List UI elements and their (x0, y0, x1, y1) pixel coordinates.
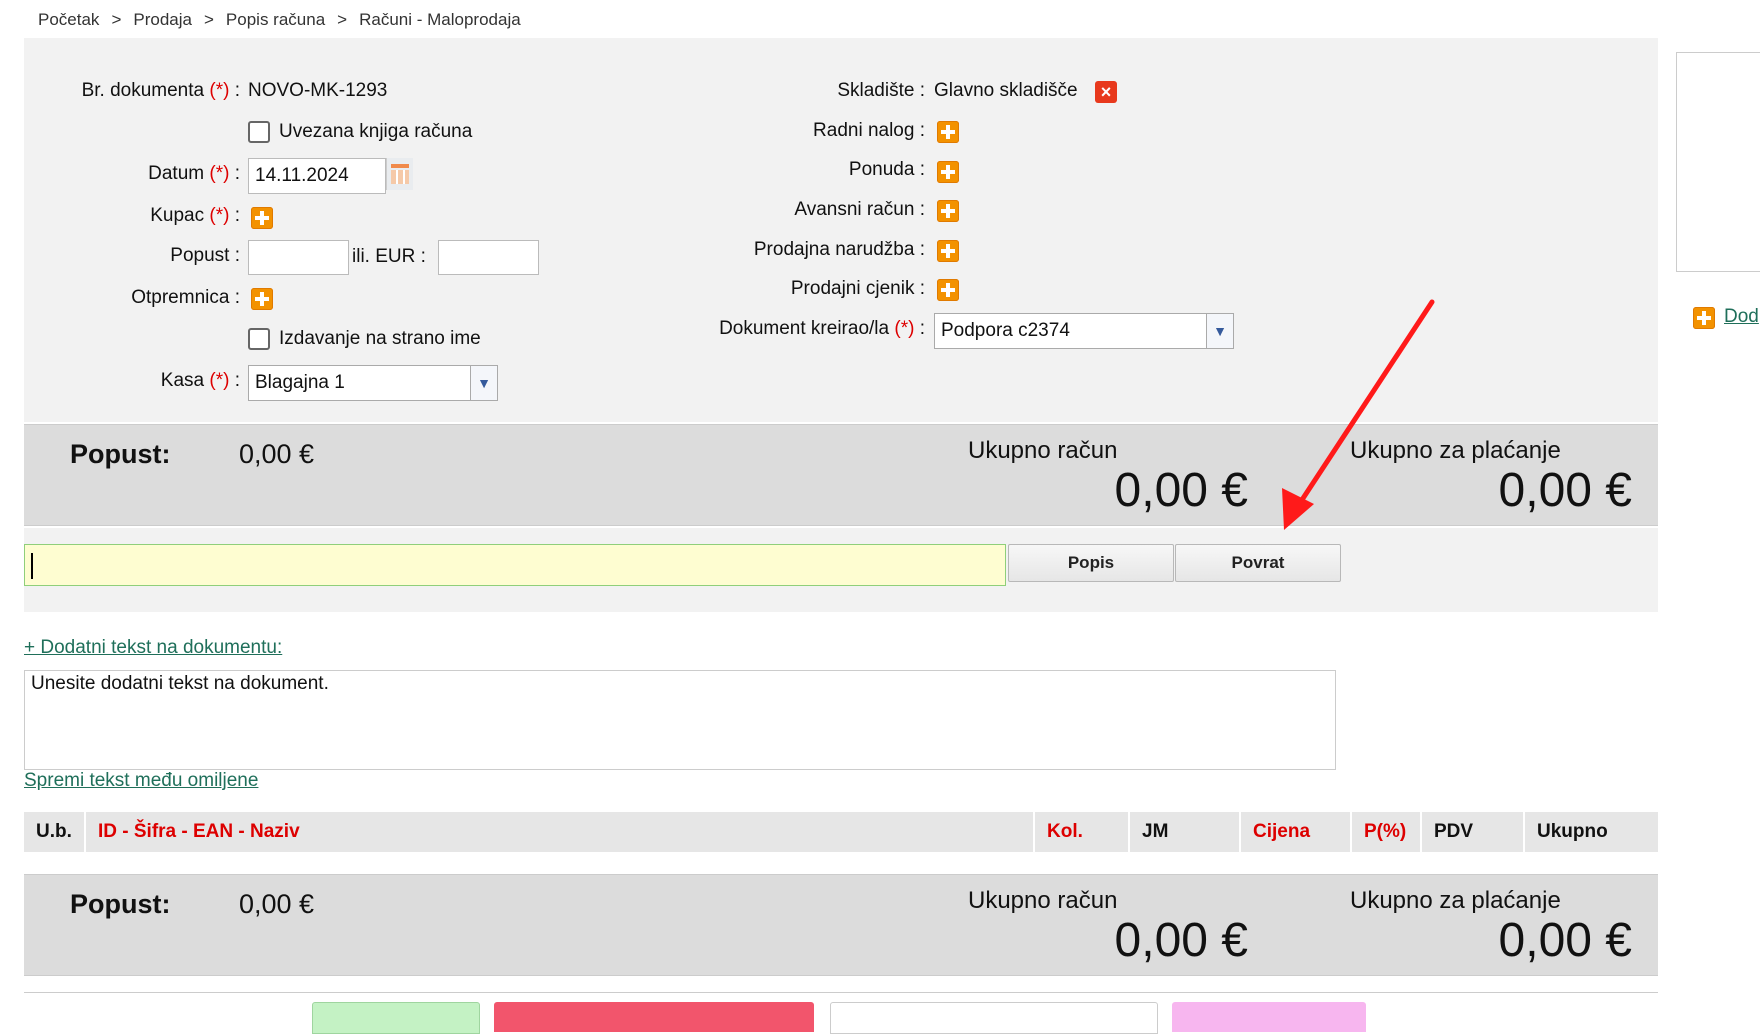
save-favorite-text-link[interactable]: Spremi tekst među omiljene (24, 770, 258, 792)
discount-eur-input[interactable] (438, 240, 539, 275)
date-input[interactable]: 14.11.2024 (248, 158, 386, 194)
col-discount-percent[interactable]: P(%) (1352, 812, 1422, 852)
items-table-header: U.b. ID - Šifra - EAN - Naziv Kol. JM Ci… (24, 812, 1671, 852)
work-order-label: Radni nalog : (813, 120, 925, 141)
breadcrumb: Početak > Prodaja > Popis računa > Računi - Ma… (38, 10, 521, 29)
warehouse-label: Skladište : (837, 80, 925, 101)
doc-number-label: Br. dokumenta (*) : (81, 80, 240, 101)
cashbox-label: Kasa (*) : (160, 370, 240, 391)
add-delivery-note-plus-icon[interactable] (251, 288, 273, 310)
invoice-total-value: 0,00 € (1114, 464, 1248, 517)
cashbox-selected: Blagajna 1 (255, 372, 345, 393)
return-button[interactable]: Povrat (1175, 544, 1341, 582)
delivery-note-label: Otpremnica : (131, 287, 240, 308)
col-total: Ukupno (1525, 812, 1671, 852)
totals-discount-value: 0,00 € (239, 889, 315, 919)
col-ordinal: U.b. (24, 812, 86, 852)
payable-label: Ukupno za plaćanje (1350, 887, 1561, 914)
advance-invoice-label: Avansni račun : (794, 199, 925, 220)
annotation-arrow (1282, 299, 1435, 530)
add-offer-plus-icon[interactable] (937, 161, 959, 183)
totals-discount-label: Popust: (70, 439, 171, 469)
bound-book-checkbox[interactable] (248, 121, 270, 143)
bottom-red-button[interactable] (494, 1002, 814, 1032)
list-button[interactable]: Popis (1008, 544, 1174, 582)
col-vat: PDV (1422, 812, 1525, 852)
chevron-down-icon[interactable]: ▼ (1206, 314, 1233, 348)
invoice-total-label: Ukupno račun (968, 887, 1118, 914)
created-by-label: Dokument kreirao/la (*) : (719, 318, 925, 339)
bottom-divider (24, 992, 1658, 993)
add-sales-pricelist-plus-icon[interactable] (937, 279, 959, 301)
chevron-down-icon[interactable]: ▼ (470, 366, 497, 400)
bottom-white-button[interactable] (830, 1002, 1158, 1034)
totals-discount-label: Popust: (70, 889, 171, 919)
payable-value: 0,00 € (1498, 914, 1632, 967)
discount-or-eur-label: ili. EUR : (352, 246, 426, 267)
payable-value: 0,00 € (1498, 464, 1632, 517)
add-sales-order-plus-icon[interactable] (937, 240, 959, 262)
col-quantity[interactable]: Kol. (1035, 812, 1130, 852)
text-caret (31, 553, 33, 579)
side-add-link[interactable]: Dod (1724, 306, 1759, 328)
totals-bottom: Popust: 0,00 € Ukupno račun 0,00 € Ukupn… (24, 874, 1658, 976)
breadcrumb-home[interactable]: Početak (38, 10, 99, 29)
sales-pricelist-label: Prodajni cjenik : (790, 278, 925, 299)
bottom-green-button[interactable] (312, 1002, 480, 1034)
sales-order-label: Prodajna narudžba : (753, 239, 925, 260)
invoice-total-value: 0,00 € (1114, 914, 1248, 967)
foreign-name-label: Izdavanje na strano ime (279, 328, 481, 349)
side-add-plus-icon[interactable] (1693, 307, 1715, 329)
created-by-selected: Podpora c2374 (941, 320, 1070, 341)
breadcrumb-sales[interactable]: Prodaja (133, 10, 192, 29)
foreign-name-checkbox[interactable] (248, 328, 270, 350)
discount-percent-input[interactable] (248, 240, 349, 275)
side-preview-box (1676, 52, 1760, 272)
add-work-order-plus-icon[interactable] (937, 121, 959, 143)
additional-text-toggle-link[interactable]: + Dodatni tekst na dokumentu: (24, 637, 282, 659)
bottom-pink-button[interactable] (1172, 1002, 1366, 1032)
calendar-icon[interactable] (386, 158, 413, 190)
doc-number-value: NOVO-MK-1293 (248, 80, 388, 101)
discount-label: Popust : (170, 245, 240, 266)
cashbox-select[interactable]: Blagajna 1 ▼ (248, 365, 498, 401)
created-by-select[interactable]: Podpora c2374 ▼ (934, 313, 1234, 349)
breadcrumb-invoice-list[interactable]: Popis računa (226, 10, 325, 29)
totals-discount-value: 0,00 € (239, 439, 315, 469)
additional-text-area[interactable]: Unesite dodatni tekst na dokument. (24, 670, 1336, 770)
col-id-code-ean-name[interactable]: ID - Šifra - EAN - Naziv (86, 812, 1035, 852)
add-buyer-plus-icon[interactable] (251, 207, 273, 229)
col-price[interactable]: Cijena (1241, 812, 1352, 852)
add-advance-invoice-plus-icon[interactable] (937, 200, 959, 222)
date-label: Datum (*) : (148, 163, 240, 184)
offer-label: Ponuda : (848, 159, 925, 180)
item-search-input[interactable] (24, 544, 1006, 586)
buyer-label: Kupac (*) : (150, 205, 240, 226)
col-unit: JM (1130, 812, 1241, 852)
invoice-total-label: Ukupno račun (968, 437, 1118, 464)
remove-warehouse-close-icon[interactable]: × (1095, 81, 1117, 103)
breadcrumb-retail-invoices: Računi - Maloprodaja (359, 10, 521, 29)
item-entry-panel: Popis Povrat (24, 528, 1658, 612)
warehouse-value: Glavno skladišče (934, 80, 1078, 101)
bound-book-label: Uvezana knjiga računa (279, 121, 473, 142)
